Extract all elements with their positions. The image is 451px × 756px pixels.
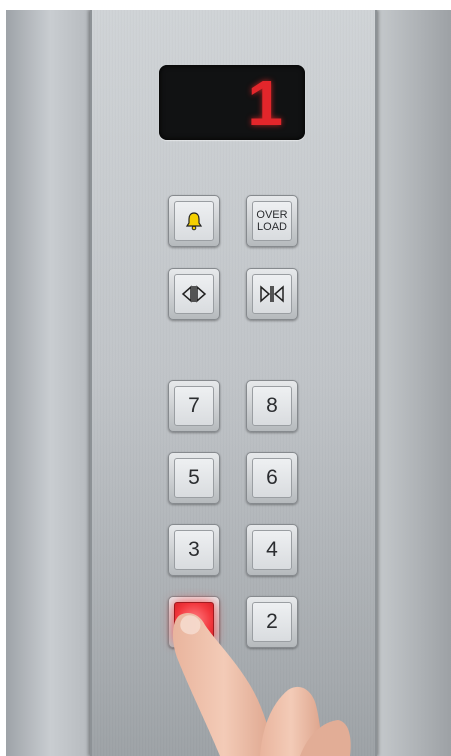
- elevator-wall: 1 OVER LOAD 7 8 5 6 3 4 2: [6, 10, 451, 756]
- overload-label-line2: LOAD: [257, 221, 287, 233]
- panel-seam: [375, 10, 377, 756]
- overload-label-line1: OVER: [256, 209, 288, 221]
- floor-button-label: 7: [174, 386, 214, 426]
- floor-button-label: [174, 602, 214, 642]
- floor-button-4[interactable]: 4: [246, 524, 298, 576]
- floor-button-lit[interactable]: [168, 596, 220, 648]
- floor-display: 1: [159, 65, 305, 140]
- door-close-button[interactable]: [246, 268, 298, 320]
- floor-button-label: 3: [174, 530, 214, 570]
- floor-button-3[interactable]: 3: [168, 524, 220, 576]
- floor-button-label: 8: [252, 386, 292, 426]
- floor-button-5[interactable]: 5: [168, 452, 220, 504]
- overload-indicator[interactable]: OVER LOAD: [246, 195, 298, 247]
- bell-icon: [185, 212, 203, 231]
- floor-button-label: 2: [252, 602, 292, 642]
- panel-seam: [90, 10, 92, 756]
- alarm-button[interactable]: [168, 195, 220, 247]
- door-open-button[interactable]: [168, 268, 220, 320]
- floor-button-6[interactable]: 6: [246, 452, 298, 504]
- door-open-icon: [181, 285, 207, 303]
- door-close-icon: [260, 285, 284, 303]
- floor-button-7[interactable]: 7: [168, 380, 220, 432]
- floor-button-label: 4: [252, 530, 292, 570]
- floor-button-label: 6: [252, 458, 292, 498]
- floor-button-2[interactable]: 2: [246, 596, 298, 648]
- floor-button-8[interactable]: 8: [246, 380, 298, 432]
- floor-button-label: 5: [174, 458, 214, 498]
- floor-number: 1: [247, 67, 283, 139]
